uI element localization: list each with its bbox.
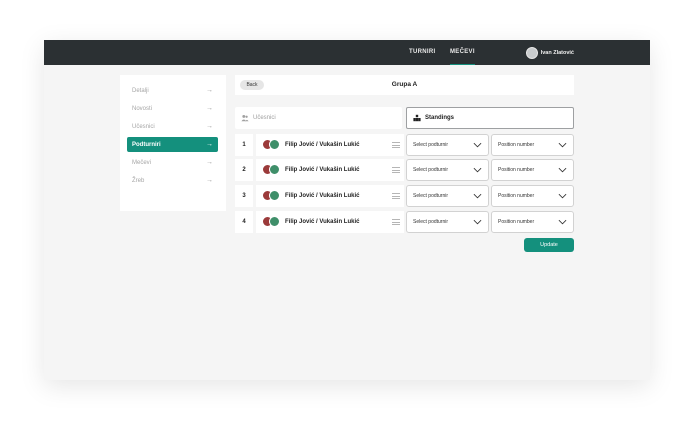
row-position: 2 [235, 159, 253, 181]
position-select[interactable]: Position number [491, 134, 574, 156]
arrow-right-icon: → [206, 87, 213, 94]
nav-item-turniri[interactable]: TURNIRI [409, 40, 435, 65]
select-placeholder: Select podturnir [413, 142, 449, 148]
arrow-right-icon: → [206, 141, 213, 148]
sidebar-item-label: Mečevi [132, 159, 152, 166]
drag-handle-icon[interactable] [392, 142, 400, 148]
sidebar-item-label: Žreb [132, 177, 145, 184]
team-card[interactable]: Filip Jović / Vukašin Lukić [256, 159, 404, 181]
drag-handle-icon[interactable] [392, 193, 400, 199]
tab-standings[interactable]: Standings [406, 107, 574, 129]
page-title: Grupa A [391, 81, 418, 88]
player-avatar [269, 190, 280, 201]
drag-handle-icon[interactable] [392, 167, 400, 173]
chevron-down-icon [558, 219, 567, 225]
drag-handle-icon[interactable] [392, 219, 400, 225]
user-name: Ivan Zlatović [540, 49, 574, 56]
sidebar-item-novosti[interactable]: Novosti → [127, 101, 218, 116]
subtournament-select[interactable]: Select podturnir [406, 211, 489, 233]
sidebar-item-label: Novosti [132, 105, 153, 112]
select-placeholder: Select podturnir [413, 167, 449, 173]
player-avatar [269, 216, 280, 227]
tab-label: Standings [425, 115, 455, 121]
arrow-right-icon: → [206, 123, 213, 130]
top-navigation-bar: TURNIRI MEČEVI Ivan Zlatović [44, 40, 650, 65]
arrow-right-icon: → [206, 159, 213, 166]
chevron-down-icon [473, 167, 482, 173]
team-name: Filip Jović / Vukašin Lukić [285, 193, 360, 199]
select-placeholder: Position number [498, 142, 535, 148]
team-name: Filip Jović / Vukašin Lukić [285, 167, 360, 173]
select-placeholder: Position number [498, 219, 535, 225]
user-menu[interactable]: Ivan Zlatović [525, 46, 574, 59]
sidebar-item-detalji[interactable]: Detalji → [127, 83, 218, 98]
tab-participants[interactable]: Učesnici [235, 107, 402, 129]
chevron-down-icon [558, 167, 567, 173]
position-select[interactable]: Position number [491, 185, 574, 207]
sidebar-item-label: Učesnici [132, 123, 155, 130]
position-select[interactable]: Position number [491, 211, 574, 233]
team-card[interactable]: Filip Jović / Vukašin Lukić [256, 211, 404, 233]
standings-row: 1 Filip Jović / Vukašin Lukić Select pod… [235, 134, 574, 156]
chevron-down-icon [473, 142, 482, 148]
chevron-down-icon [473, 193, 482, 199]
team-name: Filip Jović / Vukašin Lukić [285, 219, 360, 225]
sidebar: Detalji → Novosti → Učesnici → Podturnir… [120, 75, 226, 211]
team-name: Filip Jović / Vukašin Lukić [285, 142, 360, 148]
subtournament-select[interactable]: Select podturnir [406, 134, 489, 156]
arrow-right-icon: → [206, 177, 213, 184]
chevron-down-icon [473, 219, 482, 225]
select-placeholder: Select podturnir [413, 219, 449, 225]
select-placeholder: Position number [498, 167, 535, 173]
tab-label: Učesnici [253, 115, 276, 121]
subtournament-select[interactable]: Select podturnir [406, 185, 489, 207]
player-avatar [269, 164, 280, 175]
users-icon [241, 114, 249, 122]
team-card[interactable]: Filip Jović / Vukašin Lukić [256, 134, 404, 156]
subtournament-select[interactable]: Select podturnir [406, 159, 489, 181]
standings-row: 2 Filip Jović / Vukašin Lukić Select pod… [235, 159, 574, 181]
row-position: 3 [235, 185, 253, 207]
arrow-right-icon: → [206, 105, 213, 112]
sidebar-item-podturniri[interactable]: Podturniri → [127, 137, 218, 152]
row-position: 1 [235, 134, 253, 156]
sidebar-item-mecevi[interactable]: Mečevi → [127, 155, 218, 170]
sidebar-item-label: Detalji [132, 87, 149, 94]
group-header: Grupa A Back [235, 75, 574, 95]
chevron-down-icon [558, 142, 567, 148]
user-avatar [525, 46, 538, 59]
standings-row: 3 Filip Jović / Vukašin Lukić Select pod… [235, 185, 574, 207]
sidebar-item-zreb[interactable]: Žreb → [127, 173, 218, 188]
select-placeholder: Position number [498, 193, 535, 199]
podium-icon [413, 114, 421, 122]
team-card[interactable]: Filip Jović / Vukašin Lukić [256, 185, 404, 207]
row-position: 4 [235, 211, 253, 233]
sidebar-item-ucesnici[interactable]: Učesnici → [127, 119, 218, 134]
back-button[interactable]: Back [240, 80, 264, 90]
position-select[interactable]: Position number [491, 159, 574, 181]
update-button[interactable]: Update [524, 238, 574, 252]
nav-item-mecevi[interactable]: MEČEVI [450, 40, 475, 65]
app-window: TURNIRI MEČEVI Ivan Zlatović Detalji → N… [44, 40, 650, 380]
sidebar-item-label: Podturniri [132, 141, 161, 148]
standings-row: 4 Filip Jović / Vukašin Lukić Select pod… [235, 211, 574, 233]
select-placeholder: Select podturnir [413, 193, 449, 199]
player-avatar [269, 139, 280, 150]
chevron-down-icon [558, 193, 567, 199]
